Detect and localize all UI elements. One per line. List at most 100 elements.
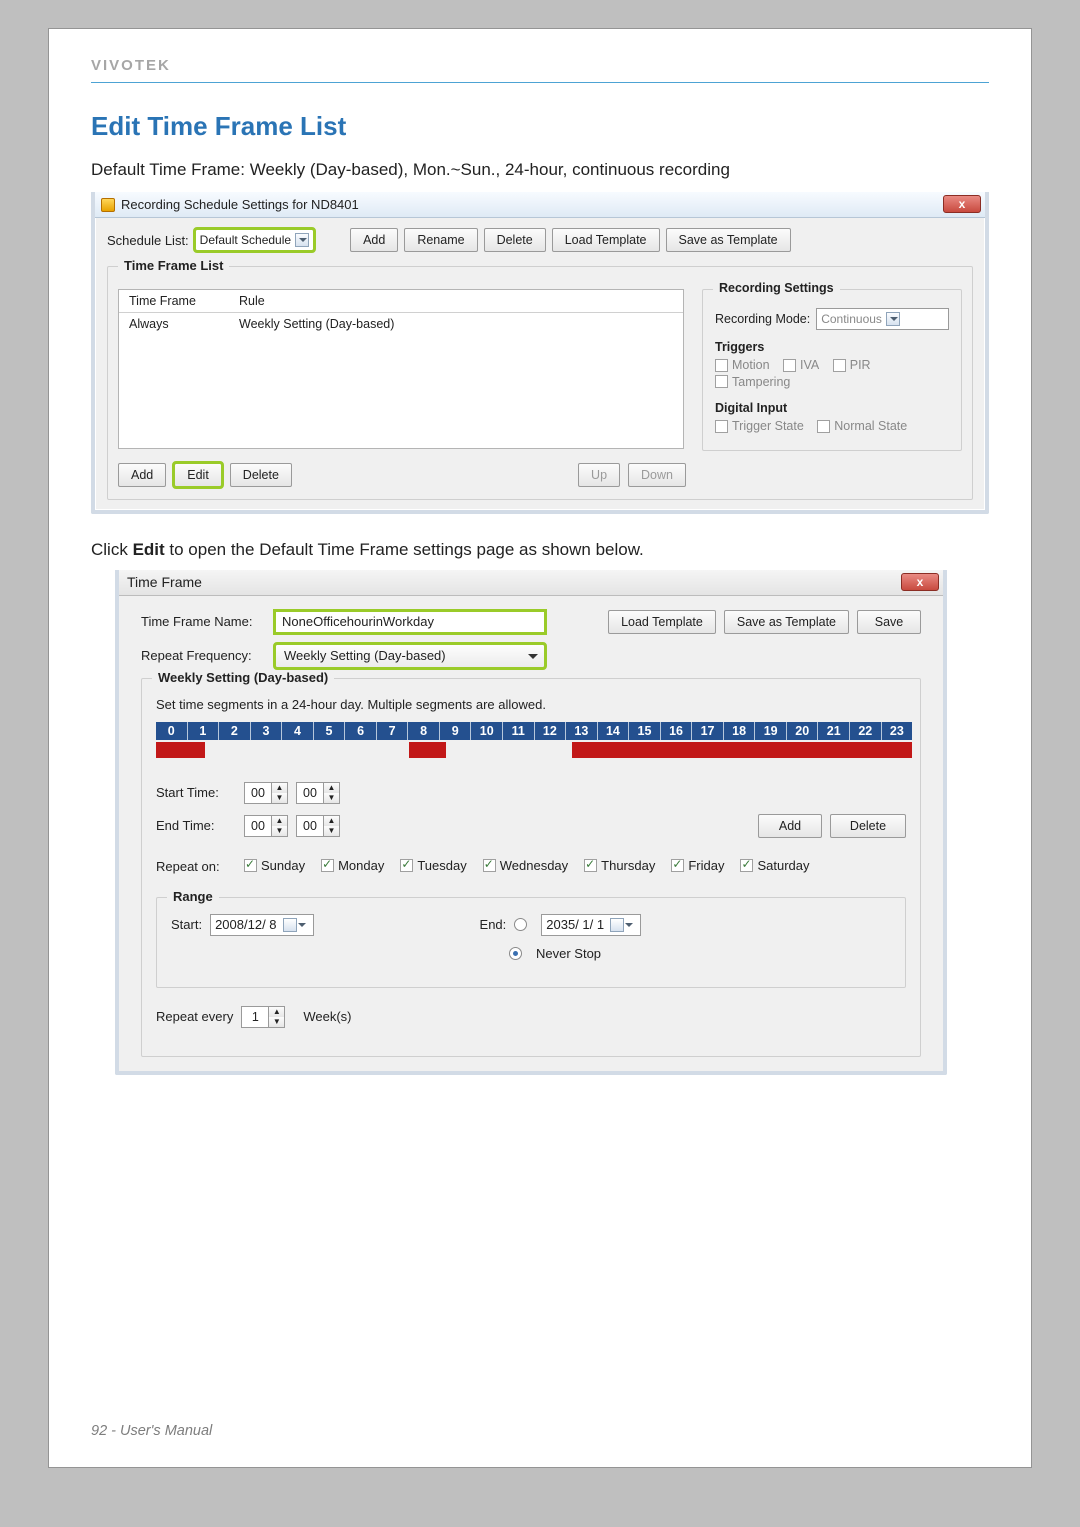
hour-cell: 11 <box>503 722 535 740</box>
tf-save-template-button[interactable]: Save as Template <box>724 610 849 634</box>
segment-bar[interactable] <box>156 742 912 758</box>
recording-settings-legend: Recording Settings <box>713 281 840 295</box>
weekly-setting-legend: Weekly Setting (Day-based) <box>152 670 334 685</box>
up-arrow-icon[interactable]: ▲ <box>272 816 287 826</box>
down-arrow-icon[interactable]: ▼ <box>324 826 339 836</box>
hour-cell: 7 <box>377 722 409 740</box>
range-end-date[interactable]: 2035/ 1/ 1 <box>541 914 641 936</box>
hour-cell: 13 <box>566 722 598 740</box>
tfl-add-button[interactable]: Add <box>118 463 166 487</box>
trigger-motion-checkbox[interactable]: Motion <box>715 358 770 372</box>
hour-cell: 8 <box>408 722 440 740</box>
table-row[interactable]: Always Weekly Setting (Day-based) <box>119 313 683 335</box>
hour-cell: 16 <box>661 722 693 740</box>
up-arrow-icon[interactable]: ▲ <box>324 783 339 793</box>
recording-mode-combo[interactable]: Continuous <box>816 308 949 330</box>
hour-cell: 14 <box>598 722 630 740</box>
weekly-hint: Set time segments in a 24-hour day. Mult… <box>156 697 906 712</box>
repeat-frequency-label: Repeat Frequency: <box>141 648 267 663</box>
tfl-up-button[interactable]: Up <box>578 463 620 487</box>
day-checkbox-monday[interactable]: Monday <box>321 858 384 873</box>
end-date-radio[interactable] <box>514 918 527 931</box>
down-arrow-icon[interactable]: ▼ <box>272 826 287 836</box>
hour-cell: 20 <box>787 722 819 740</box>
end-time-label: End Time: <box>156 818 236 833</box>
day-checkbox-thursday[interactable]: Thursday <box>584 858 655 873</box>
day-checkbox-wednesday[interactable]: Wednesday <box>483 858 568 873</box>
close-button[interactable]: x <box>943 195 981 213</box>
schedule-rename-button[interactable]: Rename <box>404 228 477 252</box>
time-gap <box>205 742 409 758</box>
chevron-down-icon <box>295 233 309 247</box>
down-arrow-icon[interactable]: ▼ <box>272 793 287 803</box>
schedule-delete-button[interactable]: Delete <box>484 228 546 252</box>
time-segment[interactable] <box>572 742 912 758</box>
checkbox-icon <box>244 859 257 872</box>
schedule-load-template-button[interactable]: Load Template <box>552 228 660 252</box>
checkbox-icon <box>584 859 597 872</box>
start-hour-stepper[interactable]: 00▲▼ <box>244 782 288 804</box>
days-container: Sunday Monday Tuesday Wednesday Thursday Frid… <box>244 858 826 875</box>
cell-rule: Weekly Setting (Day-based) <box>229 313 683 335</box>
up-arrow-icon[interactable]: ▲ <box>269 1007 284 1017</box>
day-checkbox-tuesday[interactable]: Tuesday <box>400 858 466 873</box>
down-arrow-icon[interactable]: ▼ <box>324 793 339 803</box>
hour-cell: 6 <box>345 722 377 740</box>
repeat-frequency-select[interactable]: Weekly Setting (Day-based) <box>275 644 545 668</box>
start-time-label: Start Time: <box>156 785 236 800</box>
repeat-every-stepper[interactable]: 1▲▼ <box>241 1006 285 1028</box>
window-titlebar: Recording Schedule Settings for ND8401 x <box>95 192 985 218</box>
hour-cell: 17 <box>692 722 724 740</box>
segment-add-button[interactable]: Add <box>758 814 822 838</box>
tf-load-template-button[interactable]: Load Template <box>608 610 716 634</box>
schedule-save-template-button[interactable]: Save as Template <box>666 228 791 252</box>
trigger-iva-checkbox[interactable]: IVA <box>783 358 819 372</box>
up-arrow-icon[interactable]: ▲ <box>324 816 339 826</box>
close-button[interactable]: x <box>901 573 939 591</box>
hour-cell: 19 <box>755 722 787 740</box>
triggers-heading: Triggers <box>715 340 949 354</box>
window-title: Time Frame <box>127 574 202 590</box>
schedule-list-combo[interactable]: Default Schedule <box>195 229 314 251</box>
header-rule: Rule <box>229 290 683 312</box>
time-segment[interactable] <box>409 742 445 758</box>
day-checkbox-friday[interactable]: Friday <box>671 858 724 873</box>
hour-cell: 9 <box>440 722 472 740</box>
table-header: Time Frame Rule <box>119 290 683 313</box>
never-stop-radio[interactable] <box>509 947 522 960</box>
hour-cell: 4 <box>282 722 314 740</box>
trigger-tampering-checkbox[interactable]: Tampering <box>715 375 790 389</box>
tfl-delete-button[interactable]: Delete <box>230 463 292 487</box>
up-arrow-icon[interactable]: ▲ <box>272 783 287 793</box>
down-arrow-icon[interactable]: ▼ <box>269 1017 284 1027</box>
intro-text: Default Time Frame: Weekly (Day-based), … <box>91 160 989 180</box>
end-hour-stepper[interactable]: 00▲▼ <box>244 815 288 837</box>
checkbox-icon <box>483 859 496 872</box>
time-frame-window: Time Frame x Time Frame Name: NoneOffice… <box>115 570 947 1075</box>
range-end-label: End: <box>480 917 507 932</box>
tfl-down-button[interactable]: Down <box>628 463 686 487</box>
trigger-pir-checkbox[interactable]: PIR <box>833 358 871 372</box>
cell-time-frame: Always <box>119 313 229 335</box>
range-start-date[interactable]: 2008/12/ 8 <box>210 914 313 936</box>
tfl-edit-button[interactable]: Edit <box>174 463 222 487</box>
time-frame-table[interactable]: Time Frame Rule Always Weekly Setting (D… <box>118 289 684 449</box>
di-normal-state-checkbox[interactable]: Normal State <box>817 419 907 433</box>
tf-save-button[interactable]: Save <box>857 610 921 634</box>
end-minute-stepper[interactable]: 00▲▼ <box>296 815 340 837</box>
di-trigger-state-checkbox[interactable]: Trigger State <box>715 419 804 433</box>
time-frame-name-input[interactable]: NoneOfficehourinWorkday <box>275 611 545 633</box>
header-time-frame: Time Frame <box>119 290 229 312</box>
day-checkbox-sunday[interactable]: Sunday <box>244 858 305 873</box>
calendar-icon <box>610 918 624 932</box>
window-title: Recording Schedule Settings for ND8401 <box>121 197 359 212</box>
segment-delete-button[interactable]: Delete <box>830 814 906 838</box>
time-segment[interactable] <box>156 742 205 758</box>
hour-cell: 3 <box>251 722 283 740</box>
calendar-icon <box>283 918 297 932</box>
schedule-add-button[interactable]: Add <box>350 228 398 252</box>
checkbox-icon <box>400 859 413 872</box>
start-minute-stepper[interactable]: 00▲▼ <box>296 782 340 804</box>
day-checkbox-saturday[interactable]: Saturday <box>740 858 809 873</box>
checkbox-icon <box>833 359 846 372</box>
